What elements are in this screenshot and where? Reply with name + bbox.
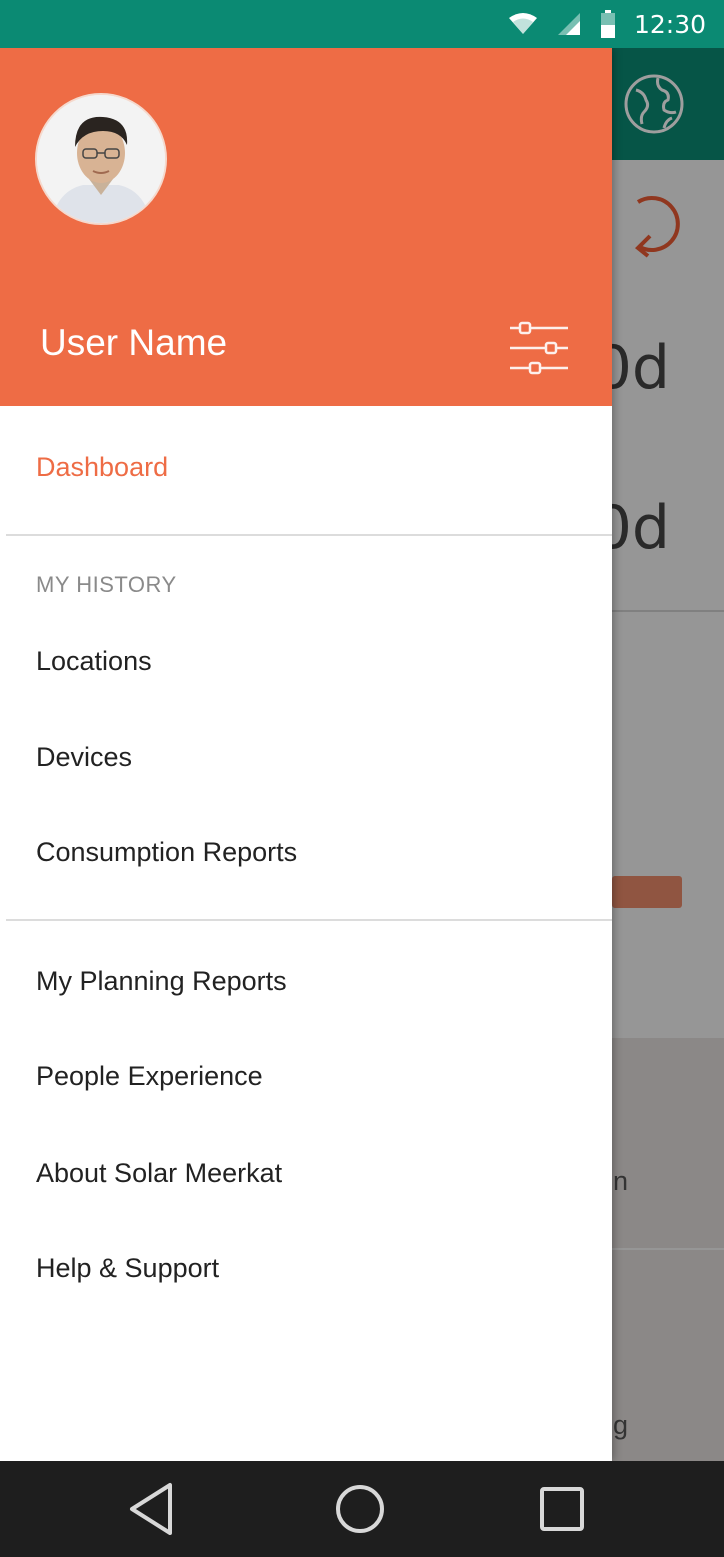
- divider: [6, 919, 612, 921]
- avatar[interactable]: [35, 93, 167, 225]
- section-label-my-history: MY HISTORY: [36, 572, 177, 597]
- status-bar: 12:30: [0, 0, 724, 48]
- nav-item-dashboard[interactable]: Dashboard: [36, 452, 168, 483]
- nav-item-about-solar-meerkat[interactable]: About Solar Meerkat: [36, 1158, 282, 1189]
- nav-item-locations[interactable]: Locations: [36, 646, 152, 677]
- status-icons: 12:30: [508, 0, 706, 48]
- status-time: 12:30: [633, 9, 706, 39]
- nav-item-help-support[interactable]: Help & Support: [36, 1253, 219, 1284]
- back-icon[interactable]: [122, 1479, 182, 1539]
- nav-item-my-planning-reports[interactable]: My Planning Reports: [36, 966, 287, 997]
- sliders-icon[interactable]: [504, 320, 574, 376]
- wifi-icon: [508, 13, 537, 34]
- user-name: User Name: [40, 322, 228, 363]
- cell-signal-icon: [557, 13, 580, 35]
- divider: [6, 534, 612, 536]
- nav-item-people-experience[interactable]: People Experience: [36, 1061, 263, 1092]
- navigation-drawer: User Name Dashboard MY HISTORY Locations…: [0, 48, 612, 1461]
- system-nav-bar: [0, 1461, 724, 1557]
- nav-item-consumption-reports[interactable]: Consumption Reports: [36, 837, 297, 868]
- nav-item-devices[interactable]: Devices: [36, 742, 132, 773]
- recents-icon[interactable]: [532, 1479, 592, 1539]
- battery-icon: [600, 10, 615, 38]
- drawer-header: User Name: [0, 48, 612, 406]
- avatar-image: [37, 95, 165, 223]
- home-icon[interactable]: [330, 1479, 390, 1539]
